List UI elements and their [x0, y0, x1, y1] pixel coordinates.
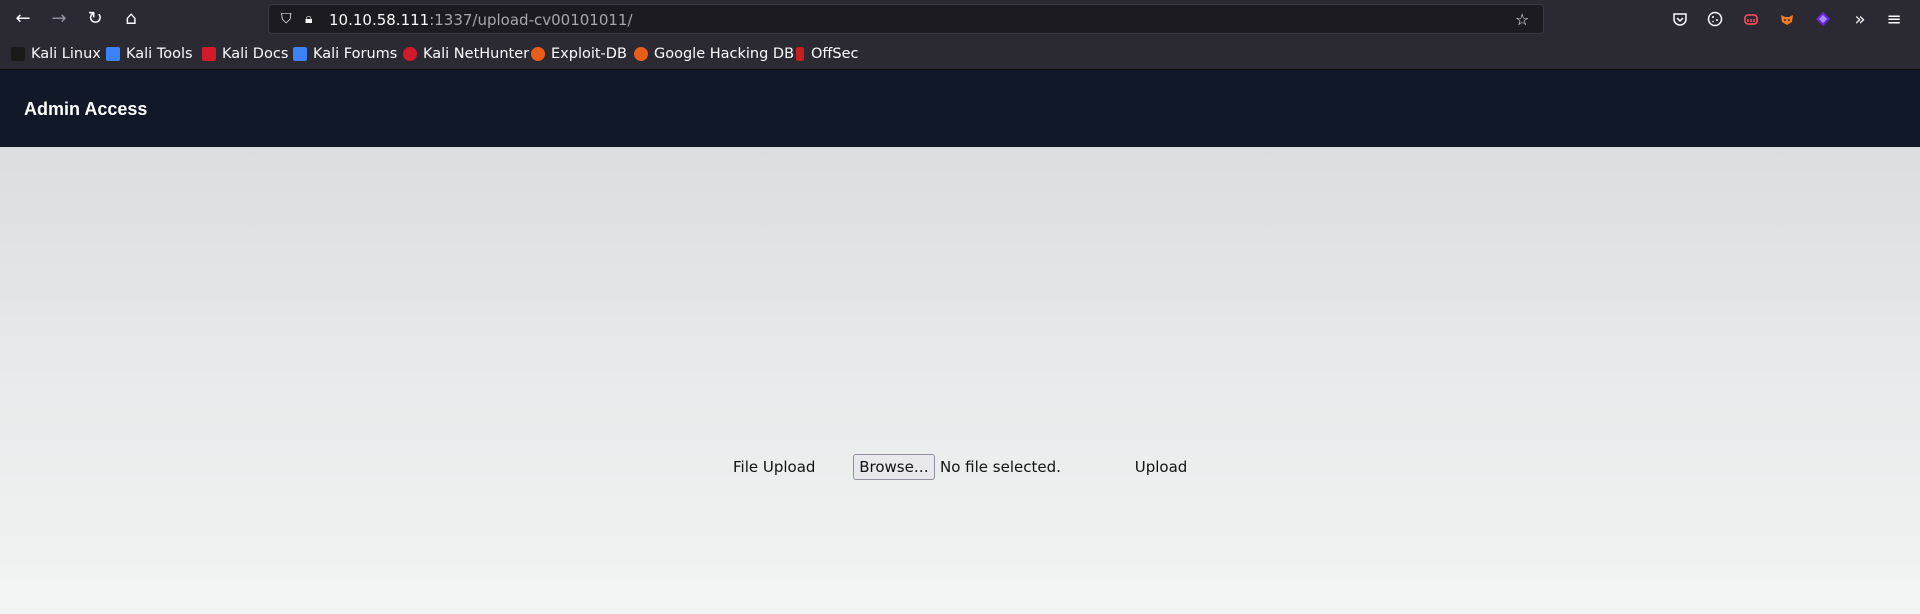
- bookmark-label: Kali Linux: [31, 46, 101, 62]
- kali-docs-icon: [202, 47, 216, 61]
- browse-button[interactable]: Browse…: [853, 454, 935, 480]
- bookmark-google-hacking-db[interactable]: Google Hacking DB: [634, 45, 794, 63]
- url-path: :1337/upload-cv00101011/: [429, 11, 633, 29]
- bookmark-kali-tools[interactable]: Kali Tools: [106, 45, 193, 63]
- kali-tools-icon: [106, 47, 120, 61]
- kali-dragon-icon: [11, 47, 25, 61]
- bookmark-label: Kali Forums: [313, 46, 398, 62]
- bookmark-kali-linux[interactable]: Kali Linux: [11, 45, 101, 63]
- reload-icon[interactable]: ↻: [83, 6, 107, 32]
- browser-toolbar: ← → ↻ ⌂ ⛉ 🔒︎ 10.10.58.111:1337/upload-cv…: [0, 0, 1920, 38]
- upload-button[interactable]: Upload: [1125, 454, 1197, 480]
- back-arrow-icon[interactable]: ←: [11, 6, 35, 32]
- cookie-icon[interactable]: [1705, 9, 1725, 29]
- bookmark-label: Kali Tools: [126, 46, 193, 62]
- file-status-text: No file selected.: [940, 458, 1061, 476]
- kali-nethunter-icon: [403, 47, 417, 61]
- hamburger-menu-icon[interactable]: ≡: [1884, 9, 1904, 30]
- bookmark-offsec[interactable]: OffSec: [793, 45, 859, 63]
- file-upload-label: File Upload: [733, 458, 816, 476]
- shield-icon[interactable]: ⛉: [281, 11, 292, 27]
- bookmark-label: Exploit-DB: [551, 46, 627, 62]
- forward-arrow-icon[interactable]: →: [47, 6, 71, 32]
- bookmark-label: Kali Docs: [222, 46, 289, 62]
- bookmark-star-icon[interactable]: ☆: [1515, 10, 1529, 29]
- bookmark-exploit-db[interactable]: Exploit-DB: [531, 45, 627, 63]
- lock-icon[interactable]: 🔒︎: [305, 11, 312, 27]
- bookmark-kali-forums[interactable]: Kali Forums: [293, 45, 397, 63]
- bookmark-kali-docs[interactable]: Kali Docs: [202, 45, 288, 63]
- address-bar[interactable]: ⛉ 🔒︎ 10.10.58.111:1337/upload-cv00101011…: [268, 4, 1544, 34]
- ghdb-icon: [634, 47, 648, 61]
- bookmark-kali-nethunter[interactable]: Kali NetHunter: [403, 45, 529, 63]
- url-host: 10.10.58.111: [329, 11, 430, 29]
- exploit-db-icon: [531, 47, 545, 61]
- kali-forums-icon: [293, 47, 307, 61]
- extension-fox-icon[interactable]: [1777, 9, 1797, 29]
- url-text[interactable]: 10.10.58.111:1337/upload-cv00101011/: [329, 11, 633, 29]
- offsec-icon: [796, 47, 804, 61]
- extension-purple-icon[interactable]: [1813, 9, 1833, 29]
- brand-title[interactable]: Admin Access: [24, 99, 147, 120]
- bookmark-label: Google Hacking DB: [654, 46, 795, 62]
- chevron-overflow-icon[interactable]: »: [1850, 9, 1870, 30]
- site-header: Admin Access: [0, 70, 1920, 147]
- bookmarks-bar: Kali Linux Kali Tools Kali Docs Kali For…: [0, 38, 1920, 70]
- main-content: File Upload Browse… No file selected. Up…: [0, 147, 1920, 614]
- bookmark-label: Kali NetHunter: [423, 46, 530, 62]
- bookmark-label: OffSec: [811, 46, 859, 62]
- home-icon[interactable]: ⌂: [119, 6, 143, 32]
- pocket-icon[interactable]: [1670, 9, 1690, 29]
- extension-red-icon[interactable]: [1741, 9, 1761, 29]
